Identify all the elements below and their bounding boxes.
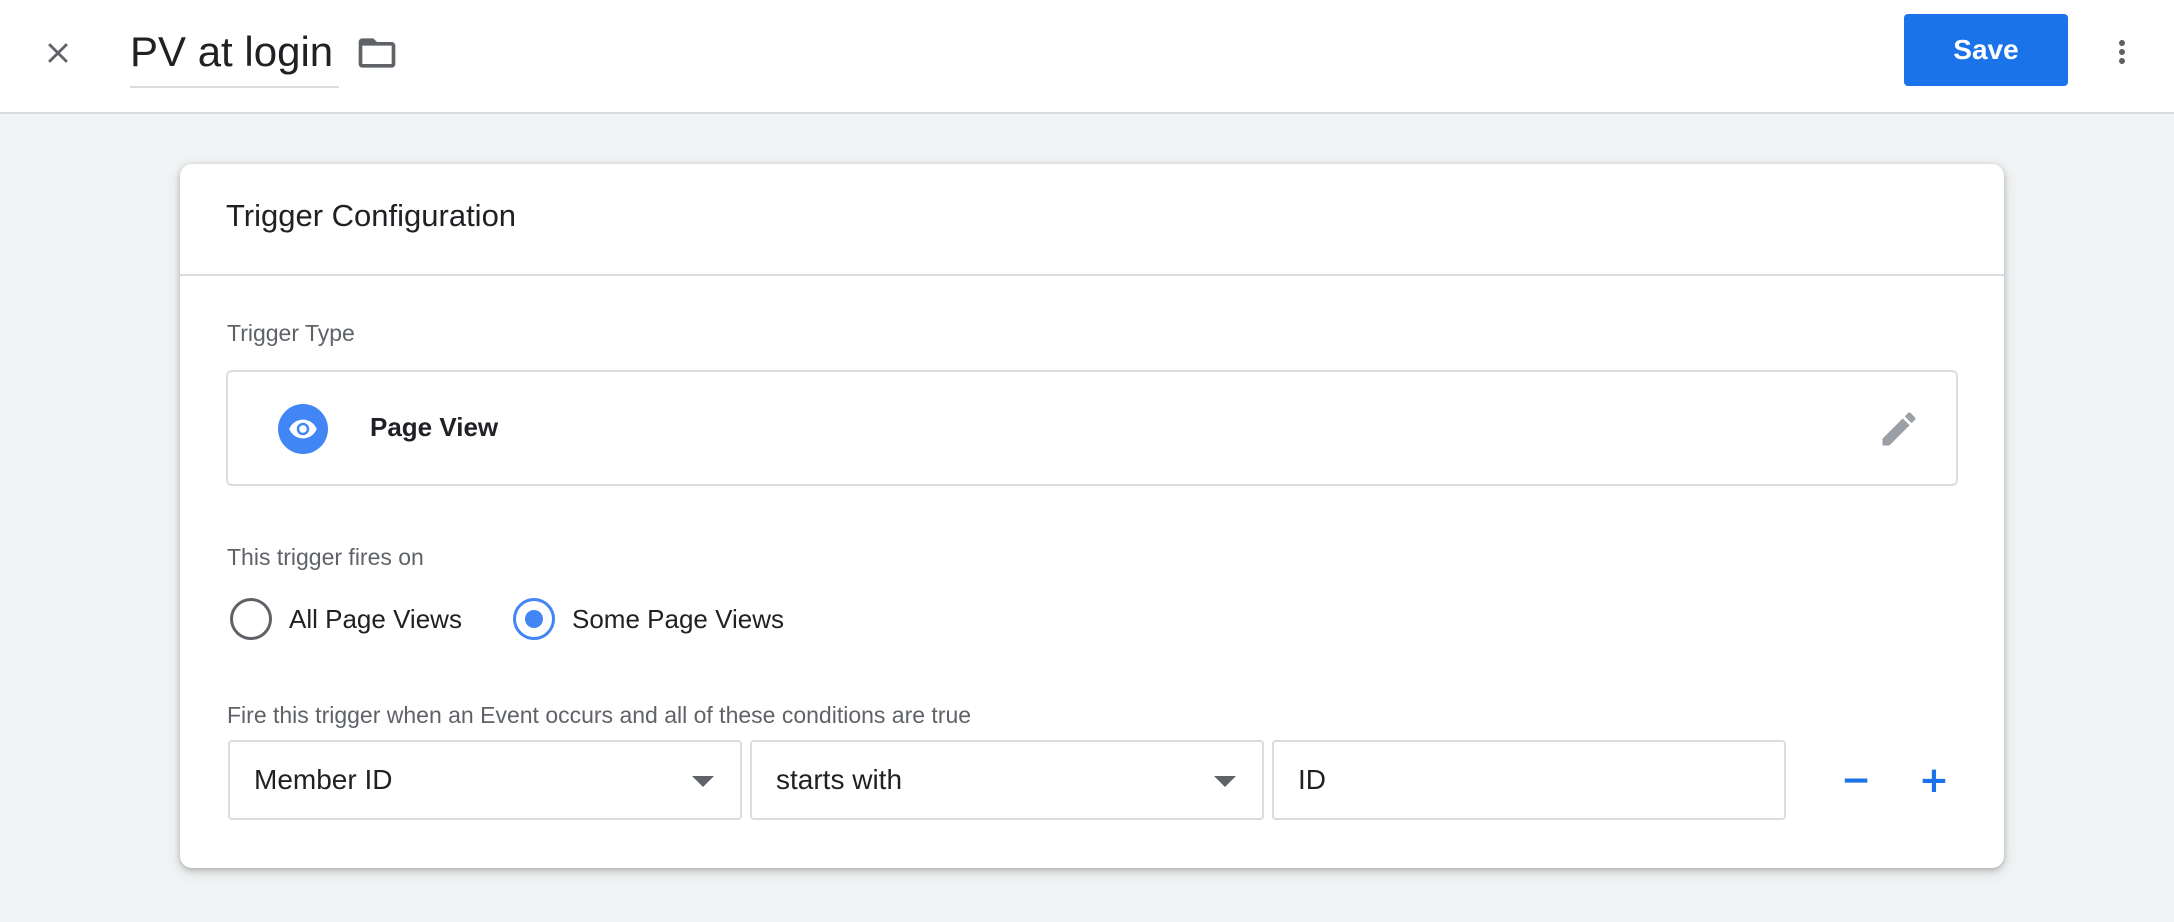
close-button[interactable]	[36, 28, 80, 78]
add-condition-button[interactable]: +	[1908, 754, 1960, 806]
trigger-type-selector[interactable]: Page View	[226, 370, 1958, 486]
radio-all-page-views[interactable]: All Page Views	[230, 594, 462, 644]
radio-some-page-views[interactable]: Some Page Views	[513, 594, 784, 644]
trigger-name: PV at login	[130, 28, 334, 75]
fires-on-label: This trigger fires on	[227, 544, 424, 570]
radio-button-checked[interactable]	[513, 598, 555, 640]
condition-value-input[interactable]: ID	[1272, 740, 1786, 820]
card-header: Trigger Configuration	[180, 164, 2004, 276]
condition-operator-value: starts with	[776, 764, 903, 795]
trigger-type-name: Page View	[370, 412, 499, 442]
trigger-name-field[interactable]: PV at login	[130, 24, 340, 88]
top-bar: PV at login Save	[0, 0, 2174, 114]
card-title: Trigger Configuration	[226, 198, 517, 233]
folder-icon	[358, 38, 396, 68]
radio-button-unchecked[interactable]	[230, 598, 272, 640]
condition-variable-select[interactable]: Member ID	[228, 740, 742, 820]
radio-label: All Page Views	[289, 603, 462, 634]
eye-icon	[278, 404, 328, 454]
more-options-button[interactable]	[2104, 26, 2140, 78]
close-icon	[48, 43, 68, 63]
condition-operator-select[interactable]: starts with	[750, 740, 1264, 820]
radio-label: Some Page Views	[572, 603, 784, 634]
trigger-configuration-card: Trigger Configuration Trigger Type Page …	[180, 164, 2004, 868]
dropdown-arrow-icon	[692, 776, 714, 787]
condition-label: Fire this trigger when an Event occurs a…	[227, 702, 972, 728]
pencil-icon[interactable]	[1876, 406, 1922, 452]
remove-condition-button[interactable]: −	[1830, 754, 1882, 806]
save-button[interactable]: Save	[1904, 14, 2068, 86]
condition-value-text: ID	[1298, 764, 1326, 795]
folder-button[interactable]	[352, 30, 402, 76]
dropdown-arrow-icon	[1214, 776, 1236, 787]
trigger-type-label: Trigger Type	[227, 320, 355, 346]
condition-variable-value: Member ID	[254, 764, 393, 795]
more-vert-icon	[2119, 40, 2125, 64]
